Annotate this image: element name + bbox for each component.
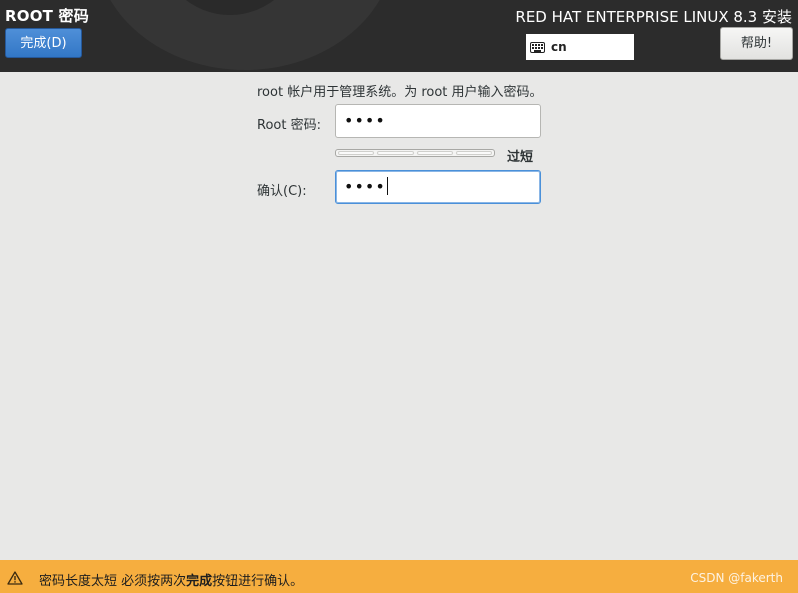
watermark: CSDN @fakerth xyxy=(690,571,783,585)
warning-text-part-end: 按钮进行确认。 xyxy=(212,574,304,589)
warning-message: 密码长度太短 必须按两次完成按钮进行确认。 xyxy=(39,570,303,589)
strength-segment xyxy=(377,151,414,155)
help-button[interactable]: 帮助! xyxy=(720,27,793,60)
confirm-password-label: 确认(C): xyxy=(257,184,307,199)
keyboard-layout-label: cn xyxy=(551,40,567,54)
text-cursor xyxy=(386,177,388,195)
warning-text-bold: 完成 xyxy=(186,574,213,589)
product-title: RED HAT ENTERPRISE LINUX 8.3 安装 xyxy=(515,8,792,26)
password-strength-label: 过短 xyxy=(507,150,534,165)
keyboard-layout-indicator[interactable]: cn xyxy=(526,34,634,60)
root-password-value: •••• xyxy=(344,111,386,130)
header-bar: ROOT 密码 完成(D) RED HAT ENTERPRISE LINUX 8… xyxy=(0,0,798,72)
root-password-label: Root 密码: xyxy=(257,118,321,133)
strength-segment xyxy=(416,151,453,155)
page-title: ROOT 密码 xyxy=(5,7,89,25)
confirm-password-value: •••• xyxy=(344,177,386,196)
warning-text-part: 密码长度太短 必须按两次 xyxy=(39,574,187,589)
warning-icon xyxy=(7,571,23,585)
strength-segment xyxy=(455,151,492,155)
password-strength-meter xyxy=(335,149,495,157)
keyboard-icon xyxy=(530,41,545,53)
confirm-password-field[interactable]: •••• xyxy=(335,170,541,204)
warning-bar: 密码长度太短 必须按两次完成按钮进行确认。 CSDN @fakerth xyxy=(0,560,798,593)
root-password-field[interactable]: •••• xyxy=(335,104,541,138)
done-button[interactable]: 完成(D) xyxy=(5,28,82,58)
form-description: root 帐户用于管理系统。为 root 用户输入密码。 xyxy=(257,85,543,100)
strength-segment xyxy=(338,151,375,155)
